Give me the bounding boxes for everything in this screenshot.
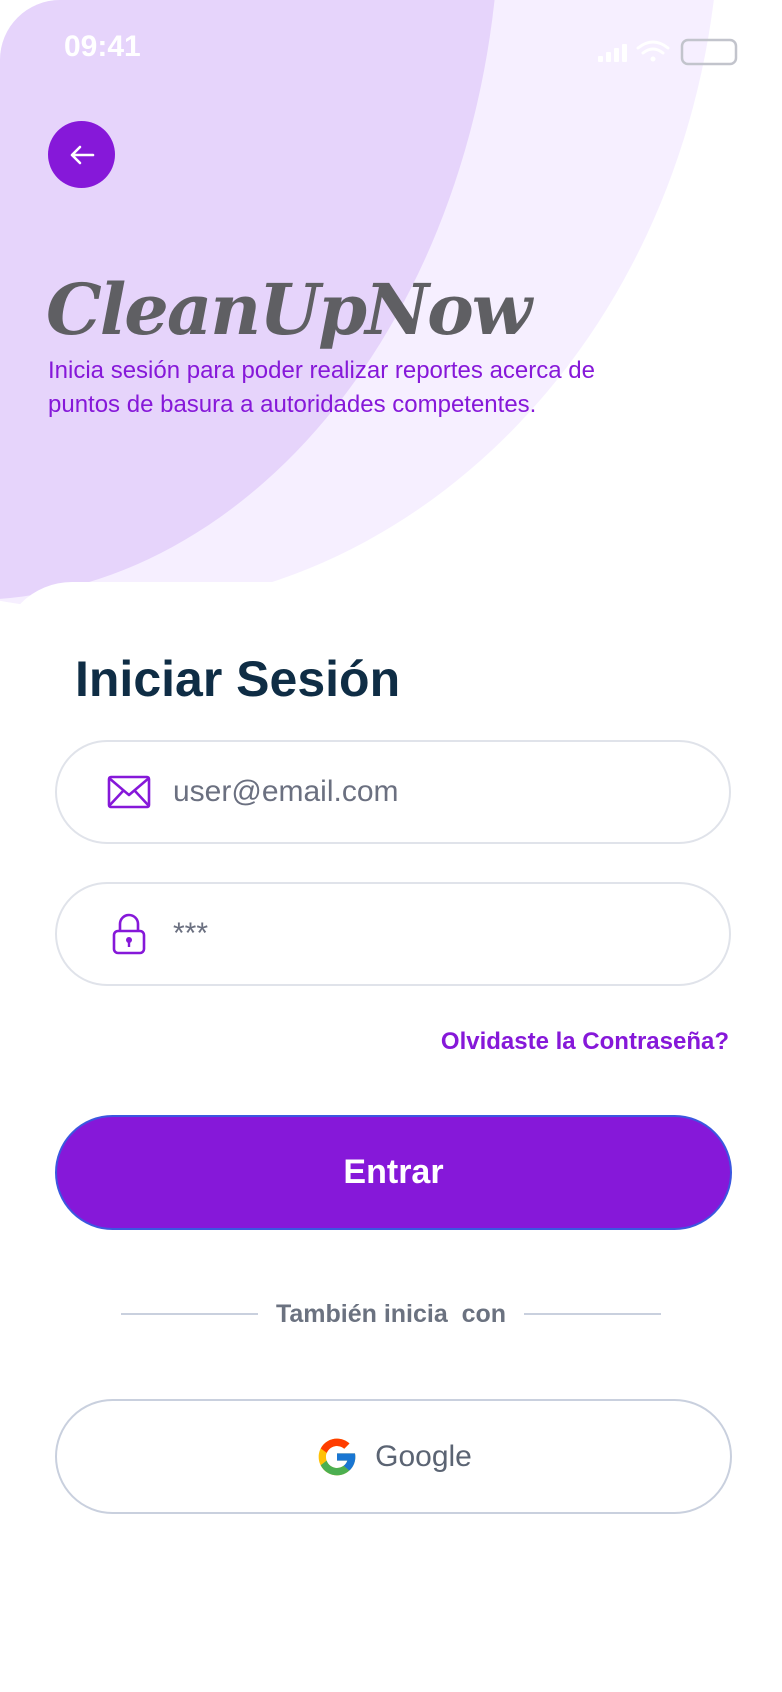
alt-login-divider: También inicia con [121, 1296, 662, 1332]
envelope-icon [105, 768, 153, 816]
password-field[interactable]: *** [55, 882, 731, 986]
google-label: Google [375, 1439, 472, 1473]
app-subtitle: Inicia sesión para poder realizar report… [48, 357, 595, 418]
wifi-icon [636, 40, 670, 62]
login-screen: 09:41 CleanUpNow Inicia sesión para pode… [0, 0, 782, 1692]
google-login-button[interactable]: Google [55, 1399, 732, 1514]
submit-button[interactable]: Entrar [55, 1115, 732, 1230]
app-logo-text: CleanUpNow [46, 268, 532, 351]
lock-icon [105, 910, 153, 958]
status-icons [598, 38, 738, 66]
signal-icon [598, 44, 627, 62]
page-title: Iniciar Sesión [75, 651, 401, 707]
divider-line-right [524, 1313, 662, 1315]
google-logo-icon [318, 1438, 356, 1475]
divider-line-left [121, 1313, 258, 1315]
email-field[interactable]: user@email.com [55, 740, 731, 844]
battery-icon [680, 38, 738, 66]
email-value: user@email.com [173, 775, 399, 808]
status-time: 09:41 [64, 30, 141, 63]
arrow-left-icon [70, 145, 94, 164]
alt-login-label: También inicia con [275, 1299, 507, 1328]
password-value: *** [173, 917, 209, 950]
back-button[interactable] [48, 121, 115, 188]
forgot-password-link[interactable]: Olvidaste la Contraseña? [441, 1028, 729, 1056]
